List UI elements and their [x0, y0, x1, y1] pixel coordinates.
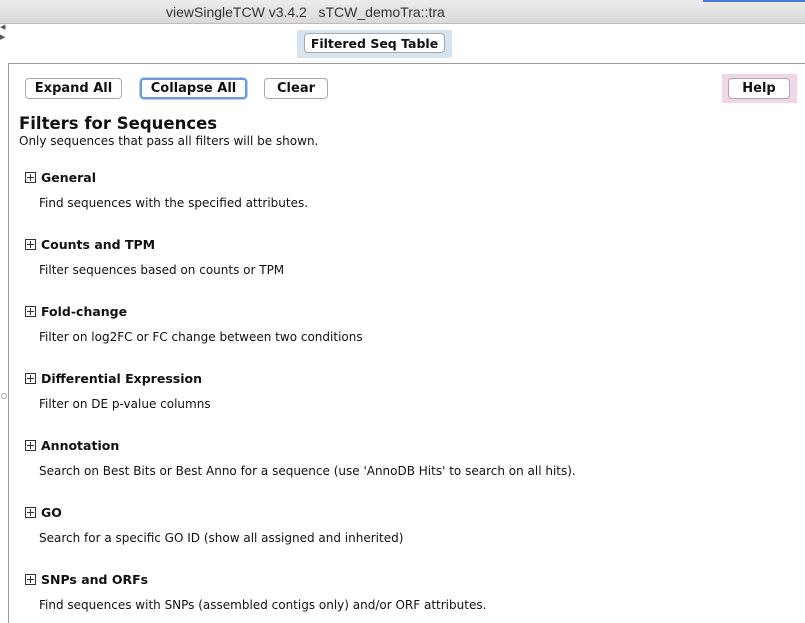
section-description: Search on Best Bits or Best Anno for a s…: [39, 464, 576, 478]
plus-square-icon[interactable]: [25, 507, 36, 518]
expand-all-button[interactable]: Expand All: [25, 78, 122, 99]
section-description: Find sequences with SNPs (assembled cont…: [39, 598, 487, 612]
section-description: Filter on log2FC or FC change between tw…: [39, 330, 363, 344]
section-description: Filter on DE p-value columns: [39, 397, 211, 411]
section-snps-orfs-toggle[interactable]: SNPs and ORFs: [25, 572, 148, 587]
section-fold-change-toggle[interactable]: Fold-change: [25, 304, 127, 319]
section-counts-toggle[interactable]: Counts and TPM: [25, 237, 155, 252]
page-title: Filters for Sequences: [19, 114, 218, 133]
section-title: Annotation: [41, 438, 120, 453]
split-pane-arrows[interactable]: ◀ ▶: [0, 22, 7, 42]
arrow-right-icon[interactable]: ▶: [0, 32, 7, 42]
section-title: Fold-change: [41, 304, 128, 319]
window-title: viewSingleTCW v3.4.2 sTCW_demoTra::tra: [166, 4, 445, 20]
plus-square-icon[interactable]: [25, 306, 36, 317]
section-title: Differential Expression: [41, 371, 202, 386]
arrow-left-icon[interactable]: ◀: [0, 22, 7, 32]
section-description: Search for a specific GO ID (show all as…: [39, 531, 404, 545]
plus-square-icon[interactable]: [25, 574, 36, 585]
help-button[interactable]: Help: [728, 78, 790, 99]
titlebar-accent: [703, 0, 805, 2]
window-titlebar: viewSingleTCW v3.4.2 sTCW_demoTra::tra: [0, 0, 805, 24]
section-description: Find sequences with the specified attrib…: [39, 196, 309, 210]
section-go-toggle[interactable]: GO: [25, 505, 62, 520]
split-pane-handle[interactable]: [1, 393, 7, 399]
section-title: Counts and TPM: [41, 237, 156, 252]
plus-square-icon[interactable]: [25, 440, 36, 451]
section-annotation-toggle[interactable]: Annotation: [25, 438, 119, 453]
page-subtitle: Only sequences that pass all filters wil…: [19, 134, 319, 148]
plus-square-icon[interactable]: [25, 239, 36, 250]
plus-square-icon[interactable]: [25, 172, 36, 183]
collapse-all-button[interactable]: Collapse All: [140, 78, 247, 99]
section-title: General: [41, 170, 96, 185]
section-general-toggle[interactable]: General: [25, 170, 96, 185]
tab-filtered-seq-table[interactable]: Filtered Seq Table: [304, 33, 445, 53]
section-de-toggle[interactable]: Differential Expression: [25, 371, 202, 386]
section-title: GO: [41, 505, 62, 520]
section-title: SNPs and ORFs: [41, 572, 149, 587]
clear-button[interactable]: Clear: [264, 78, 328, 99]
plus-square-icon[interactable]: [25, 373, 36, 384]
section-description: Filter sequences based on counts or TPM: [39, 263, 285, 277]
